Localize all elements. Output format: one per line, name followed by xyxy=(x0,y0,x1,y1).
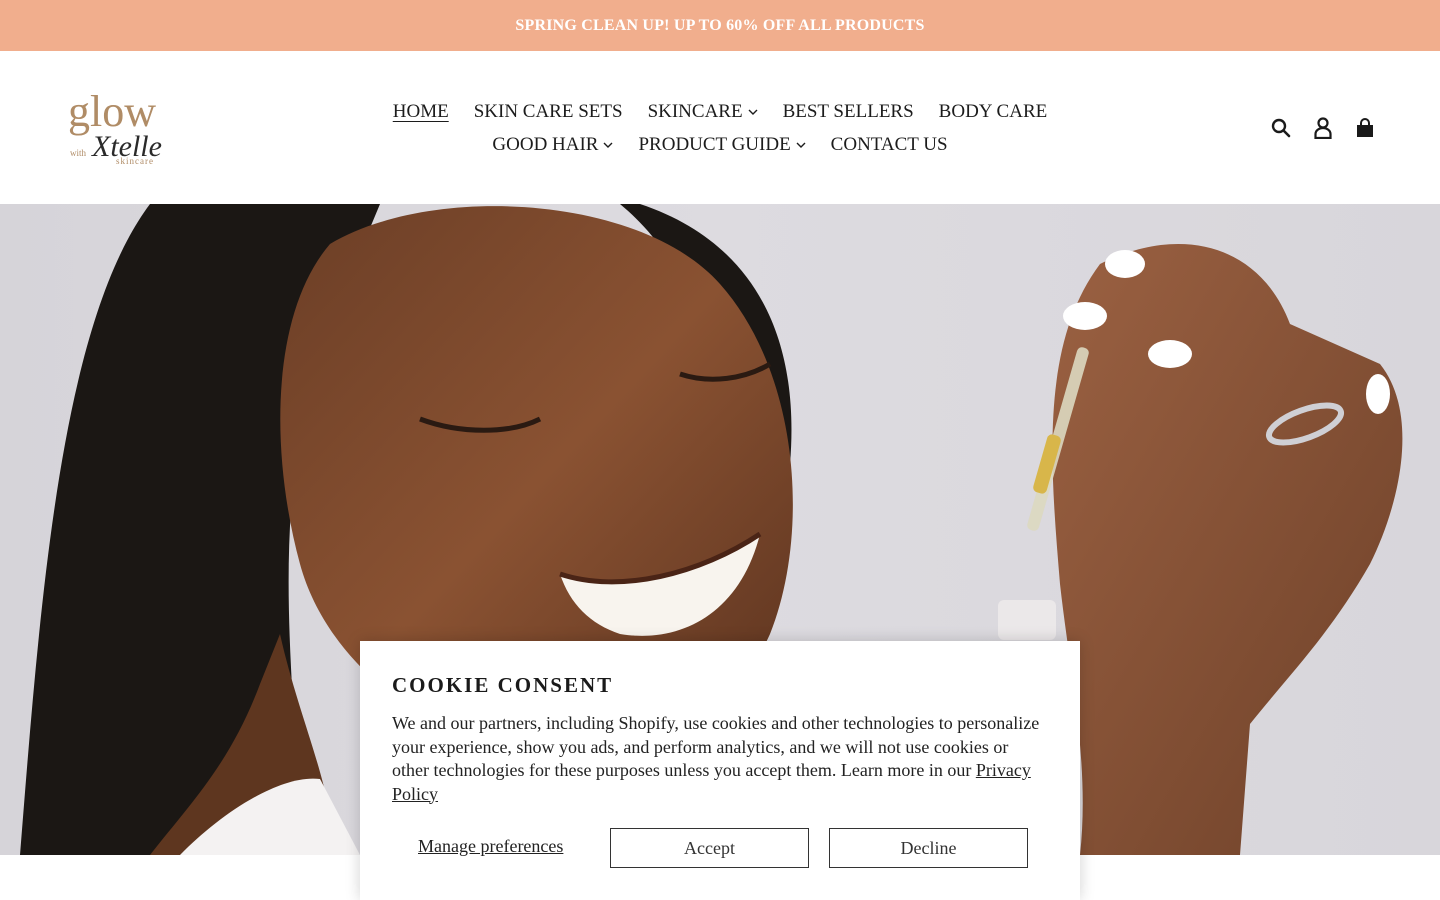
nav-row-1: HOME SKIN CARE SETS SKINCARE BEST SELLER… xyxy=(0,95,1440,128)
account-icon[interactable] xyxy=(1312,117,1334,139)
search-icon[interactable] xyxy=(1270,117,1292,139)
nav-item-product-guide[interactable]: PRODUCT GUIDE xyxy=(638,133,806,156)
header-icons xyxy=(1270,117,1376,139)
accept-button[interactable]: Accept xyxy=(610,828,809,868)
nav-item-good-hair[interactable]: GOOD HAIR xyxy=(492,134,613,156)
nav-label: PRODUCT GUIDE xyxy=(638,133,791,155)
site-header: glow Xtelle with skincare HOME SKIN CARE… xyxy=(0,51,1440,204)
nav-label: SKIN CARE SETS xyxy=(473,100,623,122)
cookie-body: We and our partners, including Shopify, … xyxy=(392,712,1048,806)
announcement-bar: SPRING CLEAN UP! UP TO 60% OFF ALL PRODU… xyxy=(0,0,1440,51)
cookie-actions: Manage preferences Accept Decline xyxy=(392,828,1048,868)
cookie-title: COOKIE CONSENT xyxy=(392,673,614,697)
nav-item-home[interactable]: HOME xyxy=(393,101,449,123)
nav-item-skincare[interactable]: SKINCARE xyxy=(648,101,758,123)
decline-button[interactable]: Decline xyxy=(829,828,1028,868)
chevron-down-icon xyxy=(748,109,758,115)
nav-label: BEST SELLERS xyxy=(782,100,914,122)
chevron-down-icon xyxy=(603,142,613,148)
nav-label: HOME xyxy=(392,100,449,122)
chevron-down-icon xyxy=(796,142,806,148)
announcement-text: SPRING CLEAN UP! UP TO 60% OFF ALL PRODU… xyxy=(515,16,925,34)
main-nav: HOME SKIN CARE SETS SKINCARE BEST SELLER… xyxy=(0,95,1440,161)
nav-label: CONTACT US xyxy=(830,133,948,155)
cart-icon[interactable] xyxy=(1354,117,1376,139)
nav-row-2: GOOD HAIR PRODUCT GUIDE CONTACT US xyxy=(0,128,1440,161)
cookie-body-text: We and our partners, including Shopify, … xyxy=(392,713,1040,780)
nav-item-skin-care-sets[interactable]: SKIN CARE SETS xyxy=(474,101,623,123)
nav-item-body-care[interactable]: BODY CARE xyxy=(939,101,1048,123)
manage-preferences-link[interactable]: Manage preferences xyxy=(418,836,563,857)
cookie-consent-dialog: COOKIE CONSENT We and our partners, incl… xyxy=(360,641,1080,900)
nav-item-best-sellers[interactable]: BEST SELLERS xyxy=(783,101,914,123)
nav-item-contact-us[interactable]: CONTACT US xyxy=(831,134,948,156)
nav-label: SKINCARE xyxy=(647,100,743,122)
nav-label: GOOD HAIR xyxy=(492,133,599,155)
nav-label: BODY CARE xyxy=(938,100,1048,122)
